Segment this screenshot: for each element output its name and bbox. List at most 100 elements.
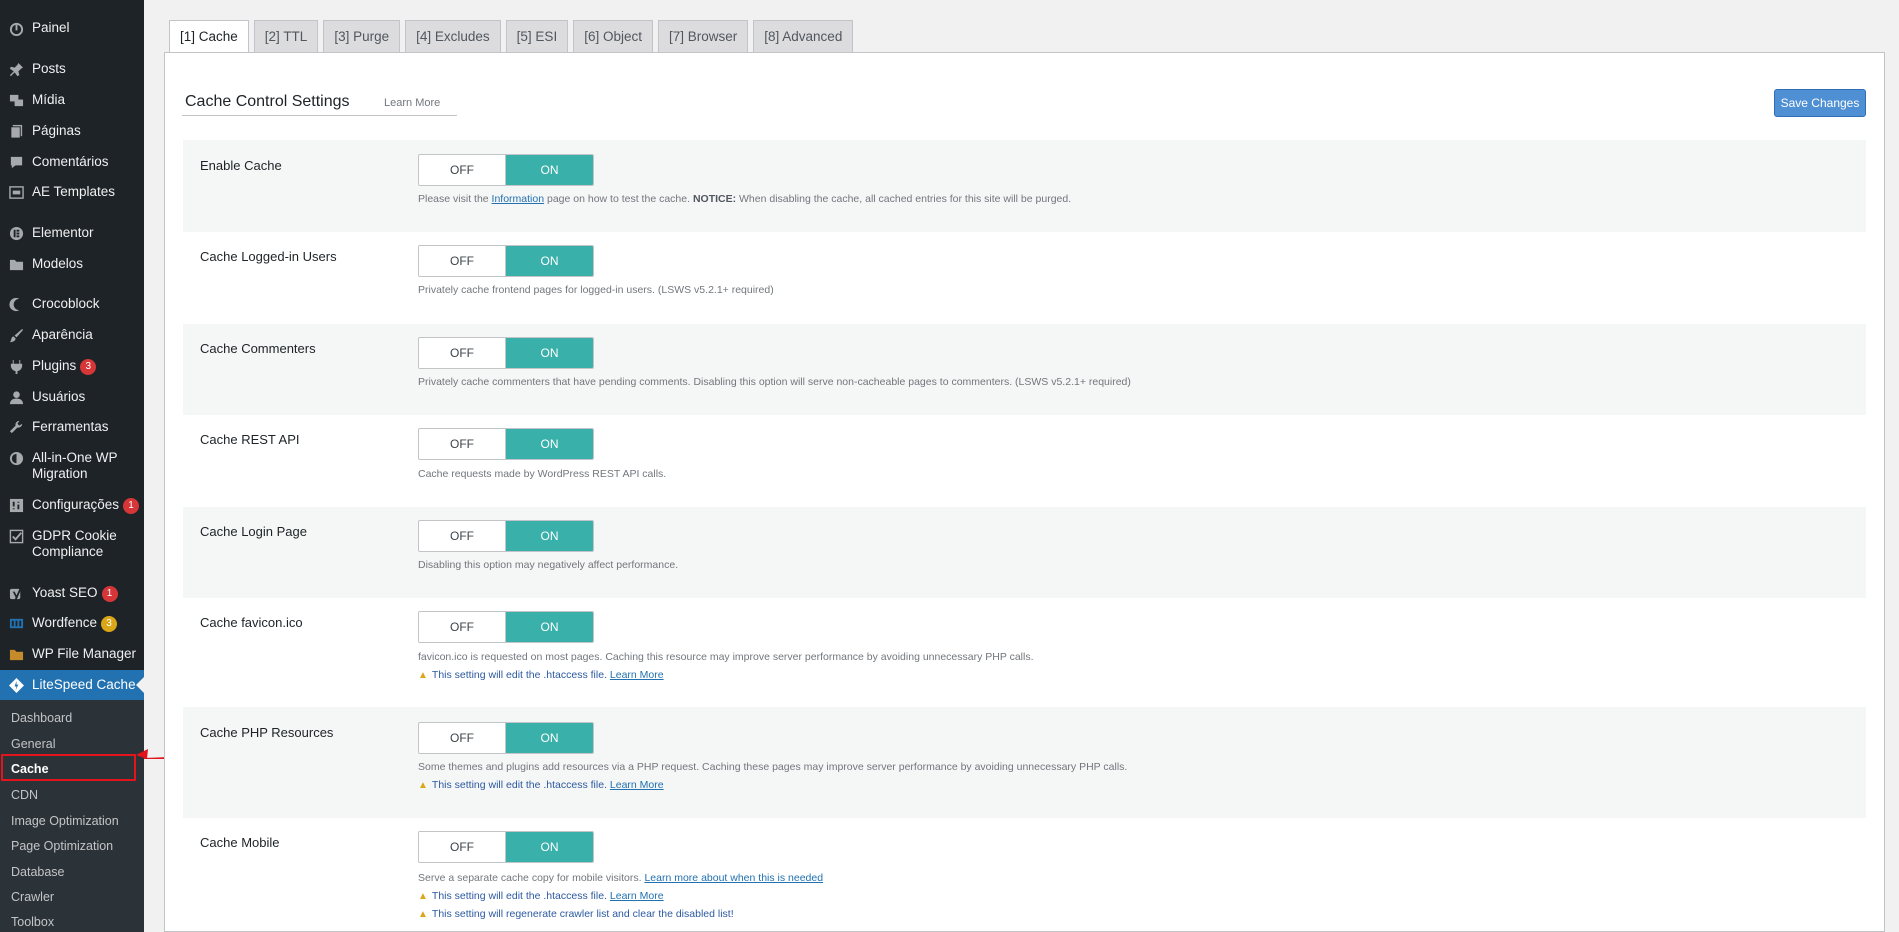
sidebar-item-usuarios[interactable]: Usuários bbox=[0, 389, 144, 405]
desc-text: Please visit the bbox=[418, 193, 492, 205]
cache-rest-api-toggle[interactable]: OFF ON bbox=[418, 428, 594, 460]
tab-object[interactable]: [6] Object bbox=[573, 20, 653, 52]
tab-ttl[interactable]: [2] TTL bbox=[253, 20, 319, 52]
learn-more-link[interactable]: Learn More bbox=[610, 890, 664, 902]
submenu-toolbox[interactable]: Toolbox bbox=[11, 915, 54, 930]
sidebar-item-configuracoes[interactable]: Configurações 1 bbox=[0, 497, 144, 514]
toggle-off[interactable]: OFF bbox=[419, 155, 506, 185]
sidebar-item-midia[interactable]: Mídia bbox=[0, 92, 144, 108]
setting-description: favicon.ico is requested on most pages. … bbox=[418, 651, 1034, 663]
notice-label: NOTICE: bbox=[692, 193, 737, 205]
warning-text: This setting will edit the .htaccess fil… bbox=[431, 890, 607, 902]
wrench-icon bbox=[0, 419, 32, 435]
sidebar-item-paginas[interactable]: Páginas bbox=[0, 123, 144, 139]
submenu-dashboard[interactable]: Dashboard bbox=[11, 711, 72, 726]
wordfence-label: Wordfence bbox=[32, 615, 98, 630]
submenu-database[interactable]: Database bbox=[11, 865, 65, 880]
media-icon bbox=[0, 92, 32, 108]
cache-php-resources-toggle[interactable]: OFF ON bbox=[418, 722, 594, 754]
submenu-crawler[interactable]: Crawler bbox=[11, 890, 54, 905]
sidebar-item-elementor[interactable]: Elementor bbox=[0, 225, 144, 241]
dashboard-icon bbox=[0, 20, 32, 36]
sidebar-item-gdpr-cookie-compliance[interactable]: GDPR Cookie Compliance bbox=[0, 528, 144, 560]
pages-icon bbox=[0, 123, 32, 139]
enable-cache-toggle[interactable]: OFF ON bbox=[418, 154, 594, 186]
sidebar-item-yoast-seo[interactable]: Yoast SEO 1 bbox=[0, 585, 144, 602]
learn-more-link[interactable]: Learn More bbox=[384, 97, 440, 109]
toggle-off[interactable]: OFF bbox=[419, 429, 506, 459]
setting-row-cache-php-resources: Cache PHP Resources OFF ON Some themes a… bbox=[183, 707, 1866, 818]
submenu-image-optimization[interactable]: Image Optimization bbox=[11, 814, 119, 829]
toggle-off[interactable]: OFF bbox=[419, 612, 506, 642]
tab-purge[interactable]: [3] Purge bbox=[323, 20, 401, 52]
sidebar-item-modelos[interactable]: Modelos bbox=[0, 256, 144, 272]
sidebar-item-wp-file-manager[interactable]: WP File Manager bbox=[0, 646, 144, 662]
sidebar-item-all-in-one-wp-migration[interactable]: All-in-One WP Migration bbox=[0, 450, 144, 482]
setting-description: Privately cache frontend pages for logge… bbox=[418, 284, 774, 296]
plugins-label: Plugins bbox=[32, 358, 77, 373]
admin-sidebar: Painel Posts Mídia Páginas Comentários A… bbox=[0, 0, 144, 932]
sidebar-item-wordfence[interactable]: Wordfence 3 bbox=[0, 615, 144, 632]
warning-icon: ▲ bbox=[418, 780, 428, 791]
toggle-on[interactable]: ON bbox=[506, 338, 593, 368]
wordfence-icon bbox=[0, 615, 32, 631]
tab-esi[interactable]: [5] ESI bbox=[505, 20, 569, 52]
toggle-off[interactable]: OFF bbox=[419, 246, 506, 276]
templates-icon bbox=[0, 184, 32, 200]
tab-excludes[interactable]: [4] Excludes bbox=[405, 20, 501, 52]
tab-browser[interactable]: [7] Browser bbox=[657, 20, 749, 52]
toggle-on[interactable]: ON bbox=[506, 246, 593, 276]
sidebar-item-comentarios[interactable]: Comentários bbox=[0, 154, 144, 170]
save-changes-button[interactable]: Save Changes bbox=[1774, 89, 1866, 117]
cache-mobile-toggle[interactable]: OFF ON bbox=[418, 831, 594, 863]
desc-text: Serve a separate cache copy for mobile v… bbox=[418, 872, 642, 884]
cache-logged-in-toggle[interactable]: OFF ON bbox=[418, 245, 594, 277]
tab-cache[interactable]: [1] Cache bbox=[169, 20, 249, 53]
submenu-general[interactable]: General bbox=[11, 737, 55, 752]
title-divider bbox=[182, 115, 457, 116]
tab-advanced[interactable]: [8] Advanced bbox=[753, 20, 854, 52]
information-link[interactable]: Information bbox=[492, 193, 545, 205]
sidebar-item-painel[interactable]: Painel bbox=[0, 20, 144, 36]
cache-commenters-toggle[interactable]: OFF ON bbox=[418, 337, 594, 369]
setting-label: Cache Login Page bbox=[200, 524, 307, 539]
setting-row-enable-cache: Enable Cache OFF ON Please visit the Inf… bbox=[183, 140, 1866, 232]
toggle-on[interactable]: ON bbox=[506, 429, 593, 459]
toggle-off[interactable]: OFF bbox=[419, 521, 506, 551]
setting-label: Cache Commenters bbox=[200, 341, 316, 356]
user-icon bbox=[0, 389, 32, 405]
toggle-off[interactable]: OFF bbox=[419, 338, 506, 368]
sidebar-item-plugins[interactable]: Plugins 3 bbox=[0, 358, 144, 375]
toggle-off[interactable]: OFF bbox=[419, 723, 506, 753]
yoast-icon bbox=[0, 585, 32, 601]
sidebar-item-posts[interactable]: Posts bbox=[0, 61, 144, 77]
toggle-on[interactable]: ON bbox=[506, 832, 593, 862]
setting-description: Serve a separate cache copy for mobile v… bbox=[418, 872, 823, 884]
toggle-on[interactable]: ON bbox=[506, 155, 593, 185]
toggle-on[interactable]: ON bbox=[506, 612, 593, 642]
crawler-warning: ▲ This setting will regenerate crawler li… bbox=[418, 908, 734, 920]
learn-more-mobile-link[interactable]: Learn more about when this is needed bbox=[644, 872, 823, 884]
toggle-on[interactable]: ON bbox=[506, 723, 593, 753]
yoast-label: Yoast SEO bbox=[32, 585, 98, 600]
sidebar-item-litespeed-cache[interactable]: LiteSpeed Cache bbox=[0, 677, 144, 693]
submenu-cdn[interactable]: CDN bbox=[11, 788, 38, 803]
sidebar-item-crocoblock[interactable]: Crocoblock bbox=[0, 296, 144, 312]
toggle-off[interactable]: OFF bbox=[419, 832, 506, 862]
toggle-on[interactable]: ON bbox=[506, 521, 593, 551]
cache-favicon-toggle[interactable]: OFF ON bbox=[418, 611, 594, 643]
plugin-icon bbox=[0, 358, 32, 374]
learn-more-link[interactable]: Learn More bbox=[610, 669, 664, 681]
setting-label: Cache favicon.ico bbox=[200, 615, 303, 630]
htaccess-warning: ▲ This setting will edit the .htaccess fi… bbox=[418, 890, 664, 902]
setting-description: Cache requests made by WordPress REST AP… bbox=[418, 468, 667, 480]
comment-icon bbox=[0, 154, 32, 170]
sidebar-item-ae-templates[interactable]: AE Templates bbox=[0, 184, 144, 200]
cache-login-page-toggle[interactable]: OFF ON bbox=[418, 520, 594, 552]
learn-more-link[interactable]: Learn More bbox=[610, 779, 664, 791]
submenu-page-optimization[interactable]: Page Optimization bbox=[11, 839, 113, 854]
sidebar-item-ferramentas[interactable]: Ferramentas bbox=[0, 419, 144, 435]
sidebar-item-aparencia[interactable]: Aparência bbox=[0, 327, 144, 343]
crocoblock-icon bbox=[0, 296, 32, 312]
setting-row-cache-mobile: Cache Mobile OFF ON Serve a separate cac… bbox=[183, 818, 1866, 932]
